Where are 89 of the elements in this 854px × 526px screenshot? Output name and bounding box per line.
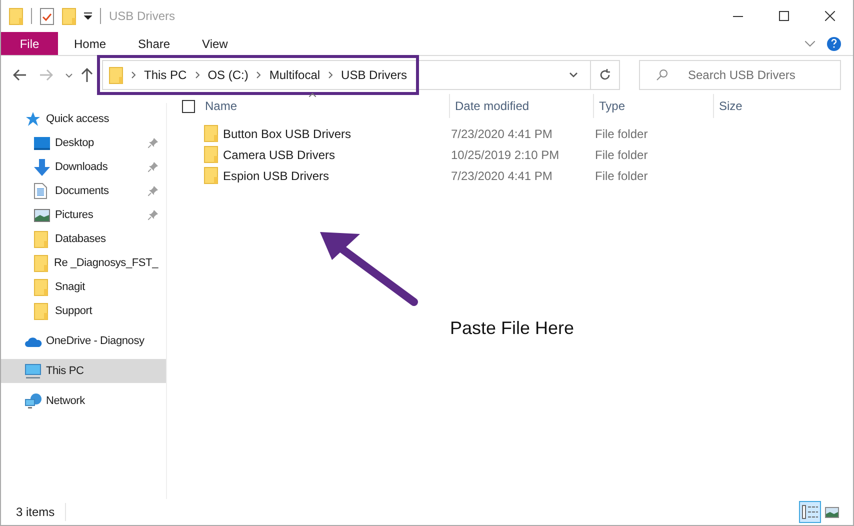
desktop-icon xyxy=(34,136,50,150)
file-name[interactable]: Espion USB Drivers xyxy=(223,166,330,184)
chevron-icon xyxy=(328,71,334,79)
sidebar-item[interactable]: Quick access xyxy=(1,107,166,131)
sidebar-label: Desktop xyxy=(55,136,95,151)
sidebar-item[interactable]: Desktop xyxy=(1,131,166,155)
sidebar-item[interactable]: Documents xyxy=(1,179,166,203)
folder-icon xyxy=(34,278,48,296)
sidebar-label: Pictures xyxy=(55,208,94,223)
document-icon xyxy=(34,183,47,199)
search-icon xyxy=(656,69,668,81)
properties-icon[interactable] xyxy=(40,8,54,24)
ribbon-tab[interactable]: Home xyxy=(58,32,122,55)
folder-icon xyxy=(34,230,48,248)
sidebar-label: Snagit xyxy=(55,280,86,295)
star-icon xyxy=(25,111,41,127)
sidebar-label: Support xyxy=(55,304,94,319)
file-name[interactable]: Camera USB Drivers xyxy=(223,146,336,164)
ribbon-tab[interactable]: View xyxy=(186,32,244,55)
pictures-icon xyxy=(34,208,50,222)
breadcrumb[interactable]: This PC xyxy=(144,66,187,84)
type-cell-text: File folder xyxy=(595,146,649,164)
sidebar-item[interactable]: Pictures xyxy=(1,203,166,227)
item-count: 3 items xyxy=(16,503,66,521)
window-title: USB Drivers xyxy=(109,8,176,25)
close-icon xyxy=(825,11,835,21)
computer-icon xyxy=(25,364,41,378)
breadcrumb[interactable]: OS (C:) xyxy=(208,66,248,84)
breadcrumb[interactable]: Multifocal xyxy=(269,66,320,84)
sidebar-item[interactable]: OneDrive - Diagnosy xyxy=(1,329,166,353)
file-name[interactable]: Button Box USB Drivers xyxy=(223,124,352,142)
folder-icon xyxy=(34,302,48,320)
details-view-icon xyxy=(802,505,818,519)
sidebar-label: Documents xyxy=(55,184,110,199)
up-icon[interactable] xyxy=(81,68,93,82)
chevron-icon xyxy=(131,71,136,79)
date-cell-text: 7/23/2020 4:41 PM xyxy=(451,168,554,184)
sidebar-label: Re _Diagnosys_FST_ xyxy=(54,256,158,271)
search-field[interactable]: Search USB Drivers xyxy=(639,60,841,90)
sidebar-item[interactable]: Downloads xyxy=(1,155,166,179)
details-view-button[interactable] xyxy=(799,501,821,523)
folder-icon xyxy=(34,254,48,272)
history-dropdown-icon[interactable] xyxy=(569,72,578,78)
recent-icon[interactable] xyxy=(65,72,73,78)
column-header[interactable]: Type xyxy=(599,97,626,115)
download-icon xyxy=(34,158,50,176)
chevron-icon xyxy=(194,71,200,79)
sidebar-item[interactable]: This PC xyxy=(1,359,166,383)
maximize-icon xyxy=(779,11,789,21)
refresh-icon xyxy=(599,69,611,81)
sidebar-label: Downloads xyxy=(55,160,109,175)
folder-icon xyxy=(204,125,218,142)
chevron-icon xyxy=(256,71,262,79)
select-all-checkbox[interactable] xyxy=(182,100,195,112)
sidebar-item[interactable]: Network xyxy=(1,389,166,413)
folder-icon xyxy=(204,167,218,184)
date-cell-text: 10/25/2019 2:10 PM xyxy=(451,146,560,164)
folder-icon xyxy=(204,146,218,163)
sidebar-item[interactable]: Databases xyxy=(1,227,166,251)
picture-view-icon xyxy=(825,506,839,518)
new-folder-icon xyxy=(62,8,76,24)
file-tab[interactable]: File xyxy=(1,32,58,55)
cloud-icon xyxy=(25,336,42,346)
sidebar-label: This PC xyxy=(46,364,85,379)
breadcrumb[interactable]: USB Drivers xyxy=(341,66,408,84)
expand-ribbon-icon[interactable] xyxy=(805,40,815,46)
sort-icon xyxy=(309,93,316,97)
sidebar-label: Network xyxy=(46,394,86,409)
date-cell-text: 7/23/2020 4:41 PM xyxy=(451,126,554,142)
column-header[interactable]: Date modified xyxy=(455,97,530,115)
column-header[interactable]: Name xyxy=(205,97,238,115)
search-input[interactable]: Search USB Drivers xyxy=(688,66,828,84)
sidebar-label: Quick access xyxy=(46,112,110,127)
folder-icon xyxy=(9,8,23,24)
sidebar-label: Databases xyxy=(55,232,107,247)
back-icon[interactable] xyxy=(13,69,27,81)
type-cell-text: File folder xyxy=(595,168,649,184)
network-icon xyxy=(25,393,42,409)
sidebar-item[interactable]: Support xyxy=(1,299,166,323)
type-cell-text: File folder xyxy=(595,126,649,142)
ribbon-tab[interactable]: Share xyxy=(122,32,186,55)
folder-icon xyxy=(109,66,123,84)
help-icon[interactable] xyxy=(827,36,841,50)
sidebar-item[interactable]: Snagit xyxy=(1,275,166,299)
column-header[interactable]: Size xyxy=(719,97,742,115)
dropdown-icon[interactable] xyxy=(84,12,92,20)
sidebar-label: OneDrive - Diagnosy xyxy=(46,334,146,349)
sidebar-item[interactable]: Re _Diagnosys_FST_ xyxy=(1,251,166,275)
annotation-text: Paste File Here xyxy=(450,317,574,340)
